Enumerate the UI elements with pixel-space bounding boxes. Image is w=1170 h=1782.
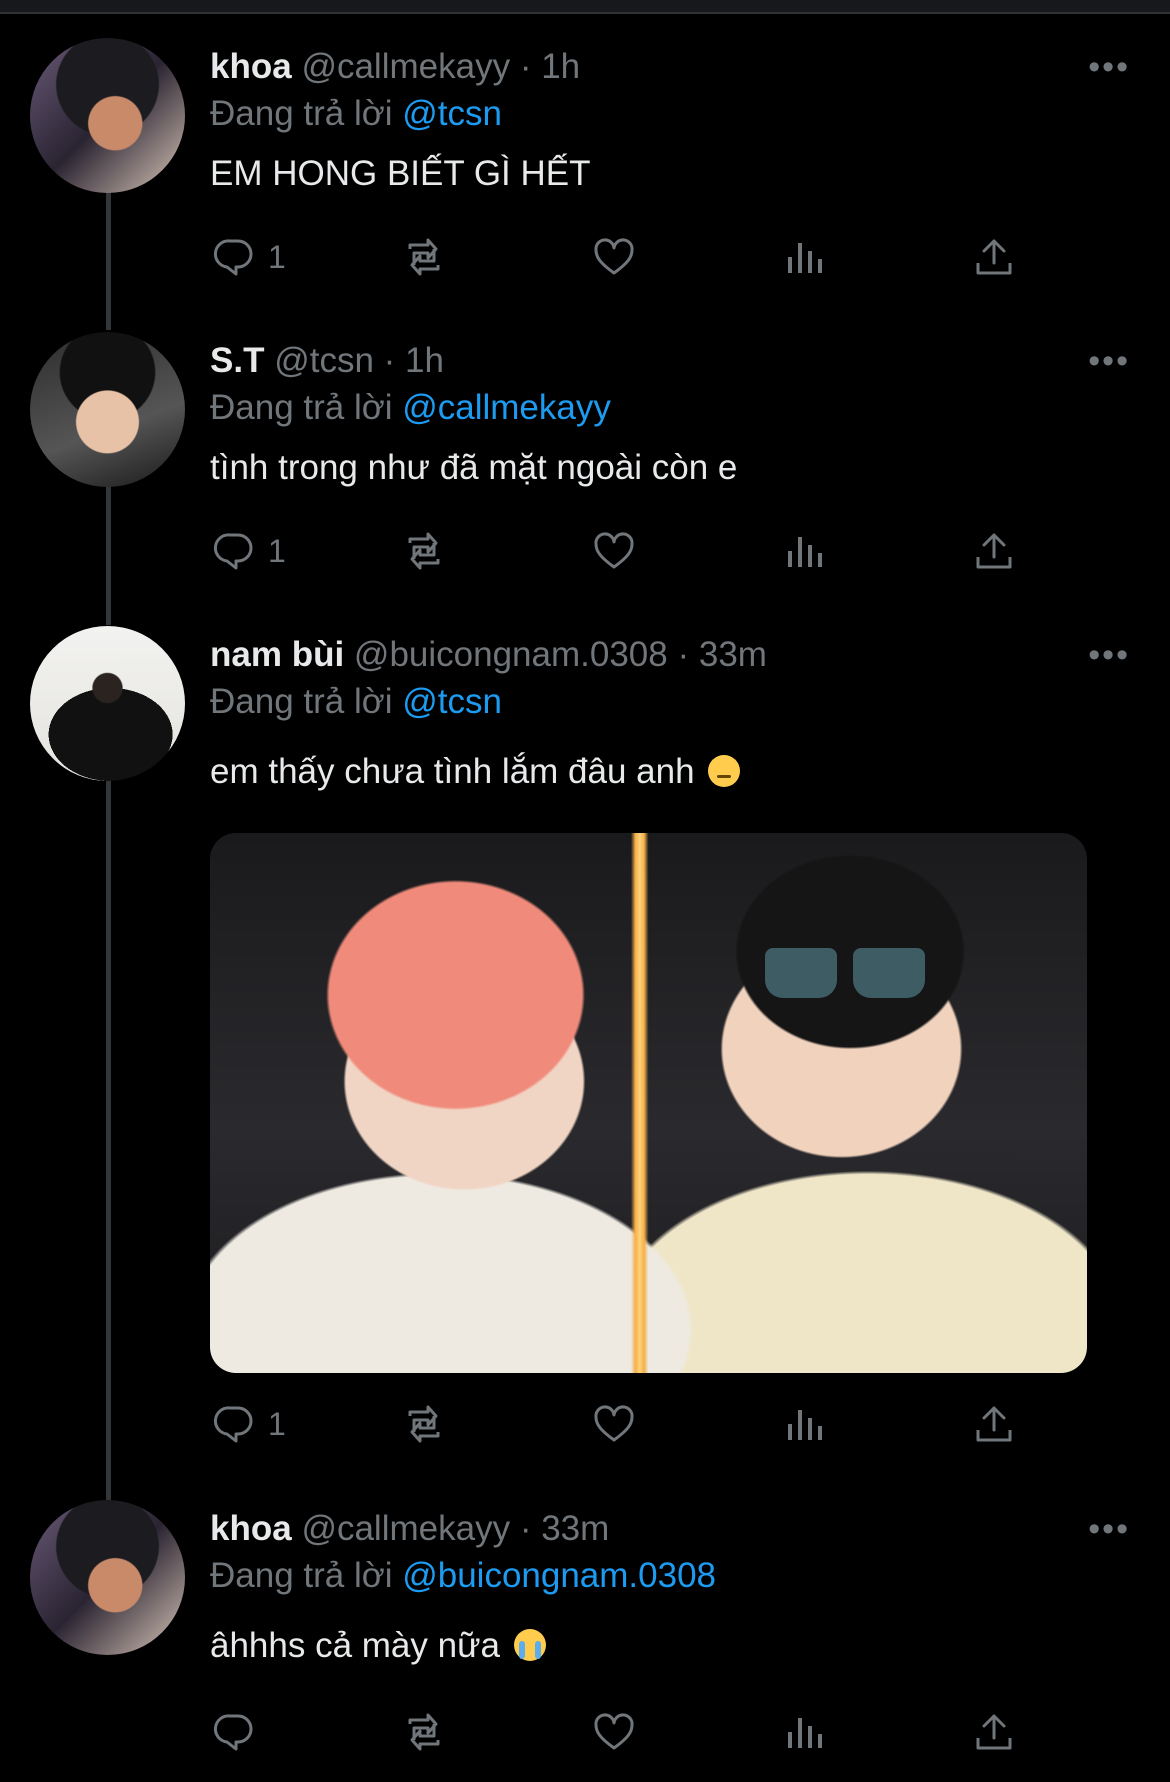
tweet-text-body: âhhhs cả mày nữa	[210, 1626, 500, 1665]
avatar[interactable]	[30, 332, 185, 487]
views-icon	[788, 1718, 822, 1748]
retweet-icon	[408, 1713, 440, 1751]
display-name[interactable]: S.T	[210, 341, 264, 380]
loudly-crying-face-icon	[513, 1629, 546, 1661]
more-options-icon[interactable]: •••	[1088, 1506, 1130, 1552]
share-icon	[976, 1406, 1012, 1442]
like-button[interactable]	[590, 227, 638, 287]
reply-button[interactable]: 1	[210, 1394, 286, 1454]
tweet-text: em thấy chưa tình lắm đâu anh	[210, 748, 1130, 796]
share-button[interactable]	[970, 227, 1018, 287]
like-icon	[594, 532, 634, 569]
thread-view: khoa @callmekayy · 1h ••• Đang trả lời @…	[0, 0, 1170, 1782]
like-button[interactable]	[590, 1702, 638, 1762]
thread-connector	[106, 780, 111, 1500]
pensive-face-icon	[708, 755, 741, 787]
reply-button[interactable]	[210, 1702, 268, 1762]
top-divider	[0, 0, 1170, 14]
reply-button[interactable]: 1	[210, 227, 286, 287]
replying-to: Đang trả lời @buicongnam.0308	[210, 1552, 1130, 1600]
share-icon	[976, 533, 1012, 569]
retweet-button[interactable]	[400, 227, 448, 287]
views-button[interactable]	[780, 1702, 828, 1762]
more-options-icon[interactable]: •••	[1088, 632, 1130, 678]
replying-to-label: Đang trả lời	[210, 1556, 393, 1595]
timestamp[interactable]: · 1h	[384, 341, 444, 380]
like-button[interactable]	[590, 521, 638, 581]
like-icon	[594, 1405, 634, 1442]
share-button[interactable]	[970, 1394, 1018, 1454]
action-bar: 1	[210, 227, 1050, 287]
retweet-icon	[408, 1405, 440, 1443]
like-icon	[594, 238, 634, 275]
like-button[interactable]	[590, 1394, 638, 1454]
action-bar: 1	[210, 1394, 1050, 1454]
avatar[interactable]	[30, 38, 185, 193]
timestamp[interactable]: · 33m	[520, 1509, 609, 1548]
replying-to: Đang trả lời @callmekayy	[210, 384, 1130, 432]
views-button[interactable]	[780, 521, 828, 581]
action-bar: 1	[210, 521, 1050, 581]
retweet-icon	[408, 238, 440, 276]
mention-link[interactable]: @tcsn	[402, 94, 502, 133]
avatar[interactable]	[30, 626, 185, 781]
share-button[interactable]	[970, 521, 1018, 581]
display-name[interactable]: khoa	[210, 1509, 292, 1548]
reply-count: 1	[268, 532, 286, 569]
views-icon	[788, 1410, 822, 1440]
handle[interactable]: @tcsn	[274, 341, 374, 380]
reply-icon	[213, 1714, 253, 1751]
timestamp[interactable]: · 1h	[520, 47, 580, 86]
replying-to-label: Đang trả lời	[210, 682, 393, 721]
tweet-media-image[interactable]	[210, 833, 1087, 1373]
handle[interactable]: @buicongnam.0308	[354, 635, 668, 674]
retweet-icon	[408, 532, 440, 570]
avatar[interactable]	[30, 1500, 185, 1655]
retweet-button[interactable]	[400, 521, 448, 581]
views-button[interactable]	[780, 1394, 828, 1454]
views-icon	[788, 243, 822, 273]
views-icon	[788, 537, 822, 567]
share-icon	[976, 239, 1012, 275]
share-icon	[976, 1714, 1012, 1750]
replying-to: Đang trả lời @tcsn	[210, 678, 1130, 726]
more-options-icon[interactable]: •••	[1088, 44, 1130, 90]
mention-link[interactable]: @buicongnam.0308	[402, 1556, 716, 1595]
reply-count: 1	[268, 238, 286, 275]
like-icon	[594, 1713, 634, 1750]
reply-count: 1	[268, 1405, 286, 1442]
timestamp[interactable]: · 33m	[677, 635, 766, 674]
tweet-text: tình trong như đã mặt ngoài còn e	[210, 448, 738, 487]
replying-to-label: Đang trả lời	[210, 388, 393, 427]
reply-icon	[213, 1406, 253, 1443]
retweet-button[interactable]	[400, 1702, 448, 1762]
replying-to-label: Đang trả lời	[210, 94, 393, 133]
display-name[interactable]: nam bùi	[210, 635, 344, 674]
share-button[interactable]	[970, 1702, 1018, 1762]
views-button[interactable]	[780, 227, 828, 287]
handle[interactable]: @callmekayy	[301, 47, 510, 86]
tweet-text-body: em thấy chưa tình lắm đâu anh	[210, 752, 695, 791]
reply-button[interactable]: 1	[210, 521, 286, 581]
more-options-icon[interactable]: •••	[1088, 338, 1130, 384]
mention-link[interactable]: @tcsn	[402, 682, 502, 721]
sunglasses-detail	[765, 948, 925, 1003]
tweet-text: EM HONG BIẾT GÌ HẾT	[210, 154, 591, 193]
thread-connector	[106, 190, 111, 330]
mention-link[interactable]: @callmekayy	[402, 388, 611, 427]
display-name[interactable]: khoa	[210, 47, 292, 86]
tweet-text: âhhhs cả mày nữa	[210, 1622, 1130, 1670]
thread-connector	[106, 485, 111, 625]
replying-to: Đang trả lời @tcsn	[210, 90, 1130, 138]
reply-icon	[213, 239, 253, 276]
handle[interactable]: @callmekayy	[301, 1509, 510, 1548]
retweet-button[interactable]	[400, 1394, 448, 1454]
reply-icon	[213, 533, 253, 570]
action-bar	[210, 1702, 1050, 1762]
